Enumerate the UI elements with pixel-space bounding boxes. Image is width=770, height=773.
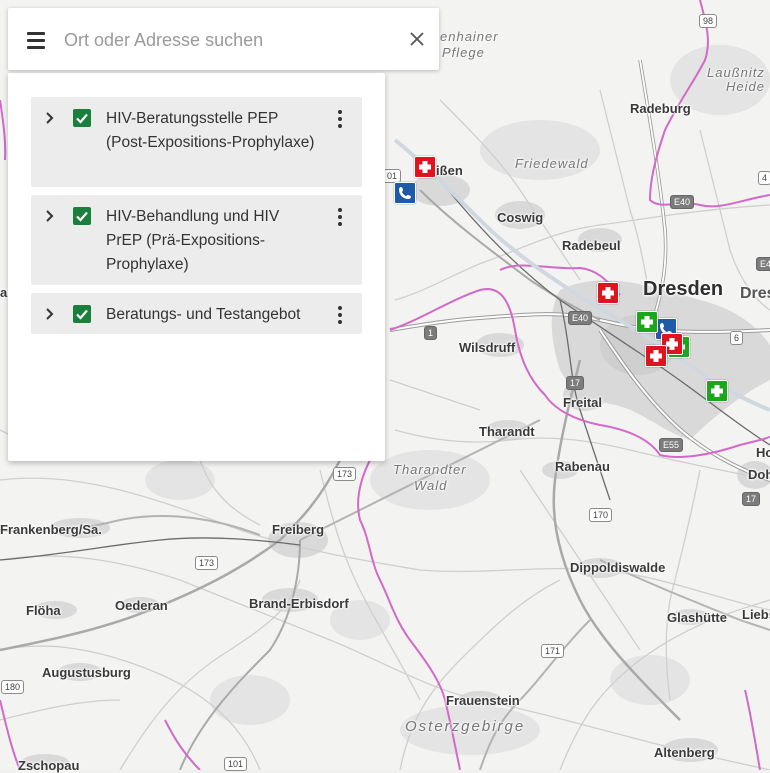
region-label-enhainer: enhainer <box>440 29 499 44</box>
region-label-osterzgebirge: Osterzgebirge <box>405 718 526 735</box>
place-label-tharandt: Tharandt <box>479 424 535 439</box>
road-shield-17-east: 17 <box>742 492 761 506</box>
more-vert-icon <box>338 208 342 212</box>
place-label-radeburg: Radeburg <box>630 101 691 116</box>
layer-options-button[interactable] <box>331 305 349 325</box>
medical-cross-icon <box>602 287 614 299</box>
place-label-dresden: Dresden <box>643 278 724 300</box>
chevron-right-icon <box>46 308 54 320</box>
road-shield-6: 6 <box>730 331 744 345</box>
more-vert-icon-dot <box>338 124 342 128</box>
layer-checkbox-prep[interactable] <box>73 207 91 225</box>
hamburger-icon-line <box>27 46 45 49</box>
close-icon <box>410 32 424 46</box>
pep-marker-dresden-west[interactable] <box>597 282 619 304</box>
layer-label: Beratungs- und Testangebot <box>106 306 301 323</box>
region-label-wald: Wald <box>414 478 448 493</box>
more-vert-icon <box>338 306 342 310</box>
region-label-pflege: Pflege <box>442 45 485 60</box>
clear-search-button[interactable] <box>406 28 428 50</box>
road-shield-e55: E55 <box>659 438 684 452</box>
more-vert-icon-dot <box>338 313 342 317</box>
region-label-tharandter: Tharandter <box>393 462 467 477</box>
place-label-dresden-partial: Dresd <box>740 285 770 302</box>
place-label-wilsdruff: Wilsdruff <box>459 340 516 355</box>
layer-item-testing[interactable]: Beratungs- und Testangebot <box>31 293 362 334</box>
place-label-radebeul: Radebeul <box>562 238 621 253</box>
place-label-dohna-partial: Doh <box>748 467 770 482</box>
road-shield-98: 98 <box>699 14 718 28</box>
hamburger-icon <box>27 32 45 35</box>
layer-checkbox-pep[interactable] <box>73 109 91 127</box>
more-vert-icon-dot <box>338 117 342 121</box>
place-label-zschopau: Zschopau <box>18 758 80 773</box>
more-vert-icon-dot <box>338 222 342 226</box>
road-shield-101: 101 <box>224 757 248 771</box>
layer-label: HIV-Behandlung und HIV PrEP (Prä-Exposit… <box>106 208 280 273</box>
place-label-brand-erbisdorf: Brand-Erbisdorf <box>249 596 349 611</box>
place-label-coswig: Coswig <box>497 210 544 225</box>
checkmark-icon <box>76 211 88 222</box>
region-label-friedewald: Friedewald <box>515 156 589 171</box>
layer-item-prep[interactable]: HIV-Behandlung und HIV PrEP (Prä-Exposit… <box>31 195 362 285</box>
chevron-right-icon <box>46 210 54 222</box>
road-shield-173-south: 173 <box>195 556 219 570</box>
search-bar <box>8 8 439 70</box>
expand-button[interactable] <box>43 111 57 125</box>
layer-options-button[interactable] <box>331 109 349 129</box>
road-shield-173-north: 173 <box>333 467 357 481</box>
search-input[interactable] <box>62 22 396 58</box>
layer-options-button[interactable] <box>331 207 349 227</box>
road-shield-101-north: 01 <box>383 169 402 183</box>
place-label-augustusburg: Augustusburg <box>42 665 131 680</box>
hamburger-icon-line <box>27 39 45 42</box>
road-shield-171: 171 <box>541 644 565 658</box>
checkmark-icon <box>76 309 88 320</box>
layer-checkbox-testing[interactable] <box>73 305 91 323</box>
medical-cross-icon <box>711 385 723 397</box>
expand-button[interactable] <box>43 307 57 321</box>
road-shield-4: 4 <box>758 171 770 185</box>
expand-button[interactable] <box>43 209 57 223</box>
more-vert-icon <box>338 110 342 114</box>
place-label-altenberg: Altenberg <box>654 745 715 760</box>
place-label-rabenau: Rabenau <box>555 459 610 474</box>
more-vert-icon-dot <box>338 215 342 219</box>
road-shield-180: 180 <box>1 680 25 694</box>
medical-cross-icon <box>419 161 431 173</box>
road-shield-e4-partial: E4 <box>756 257 770 271</box>
region-label-laussnitz: Laußnitz <box>707 65 765 80</box>
layer-item-pep[interactable]: HIV-Beratungsstelle PEP (Post-Exposition… <box>31 97 362 187</box>
place-label-oederan: Oederan <box>115 598 168 613</box>
road-shield-17: 17 <box>566 376 585 390</box>
place-label-liebstadt-partial: Liebs <box>742 607 770 622</box>
road-shield-e40-west: E40 <box>568 311 593 325</box>
layer-panel: HIV-Beratungsstelle PEP (Post-Exposition… <box>8 73 385 461</box>
medical-cross-icon <box>650 350 662 362</box>
place-label-floeha: Flöha <box>26 603 61 618</box>
treatment-marker-dresden-center[interactable] <box>636 311 658 333</box>
place-label-frankenberg: Frankenberg/Sa. <box>0 522 102 537</box>
more-vert-icon-dot <box>338 320 342 324</box>
medical-cross-icon <box>641 316 653 328</box>
region-label-heide: Heide <box>726 79 765 94</box>
place-label-freital: Freital <box>563 395 603 410</box>
testing-marker-meissen[interactable] <box>394 182 416 204</box>
menu-button[interactable] <box>22 27 48 53</box>
place-label-glashuette: Glashütte <box>667 610 727 625</box>
chevron-right-icon <box>46 112 54 124</box>
place-label-heidenau-partial: Ho <box>756 445 770 460</box>
checkmark-icon <box>76 113 88 124</box>
road-shield-170: 170 <box>589 508 613 522</box>
treatment-marker-dresden-southeast[interactable] <box>706 380 728 402</box>
pep-marker-meissen[interactable] <box>414 156 436 178</box>
place-label-frauenstein: Frauenstein <box>446 693 520 708</box>
road-shield-e40-north: E40 <box>670 195 695 209</box>
pep-marker-dresden-south[interactable] <box>645 345 667 367</box>
place-label-freiberg: Freiberg <box>272 522 325 537</box>
place-label-dippoldiswalde: Dippoldiswalde <box>570 560 666 575</box>
road-shield-1: 1 <box>424 326 438 340</box>
phone-icon <box>399 187 411 199</box>
layer-label: HIV-Beratungsstelle PEP (Post-Exposition… <box>106 110 315 151</box>
